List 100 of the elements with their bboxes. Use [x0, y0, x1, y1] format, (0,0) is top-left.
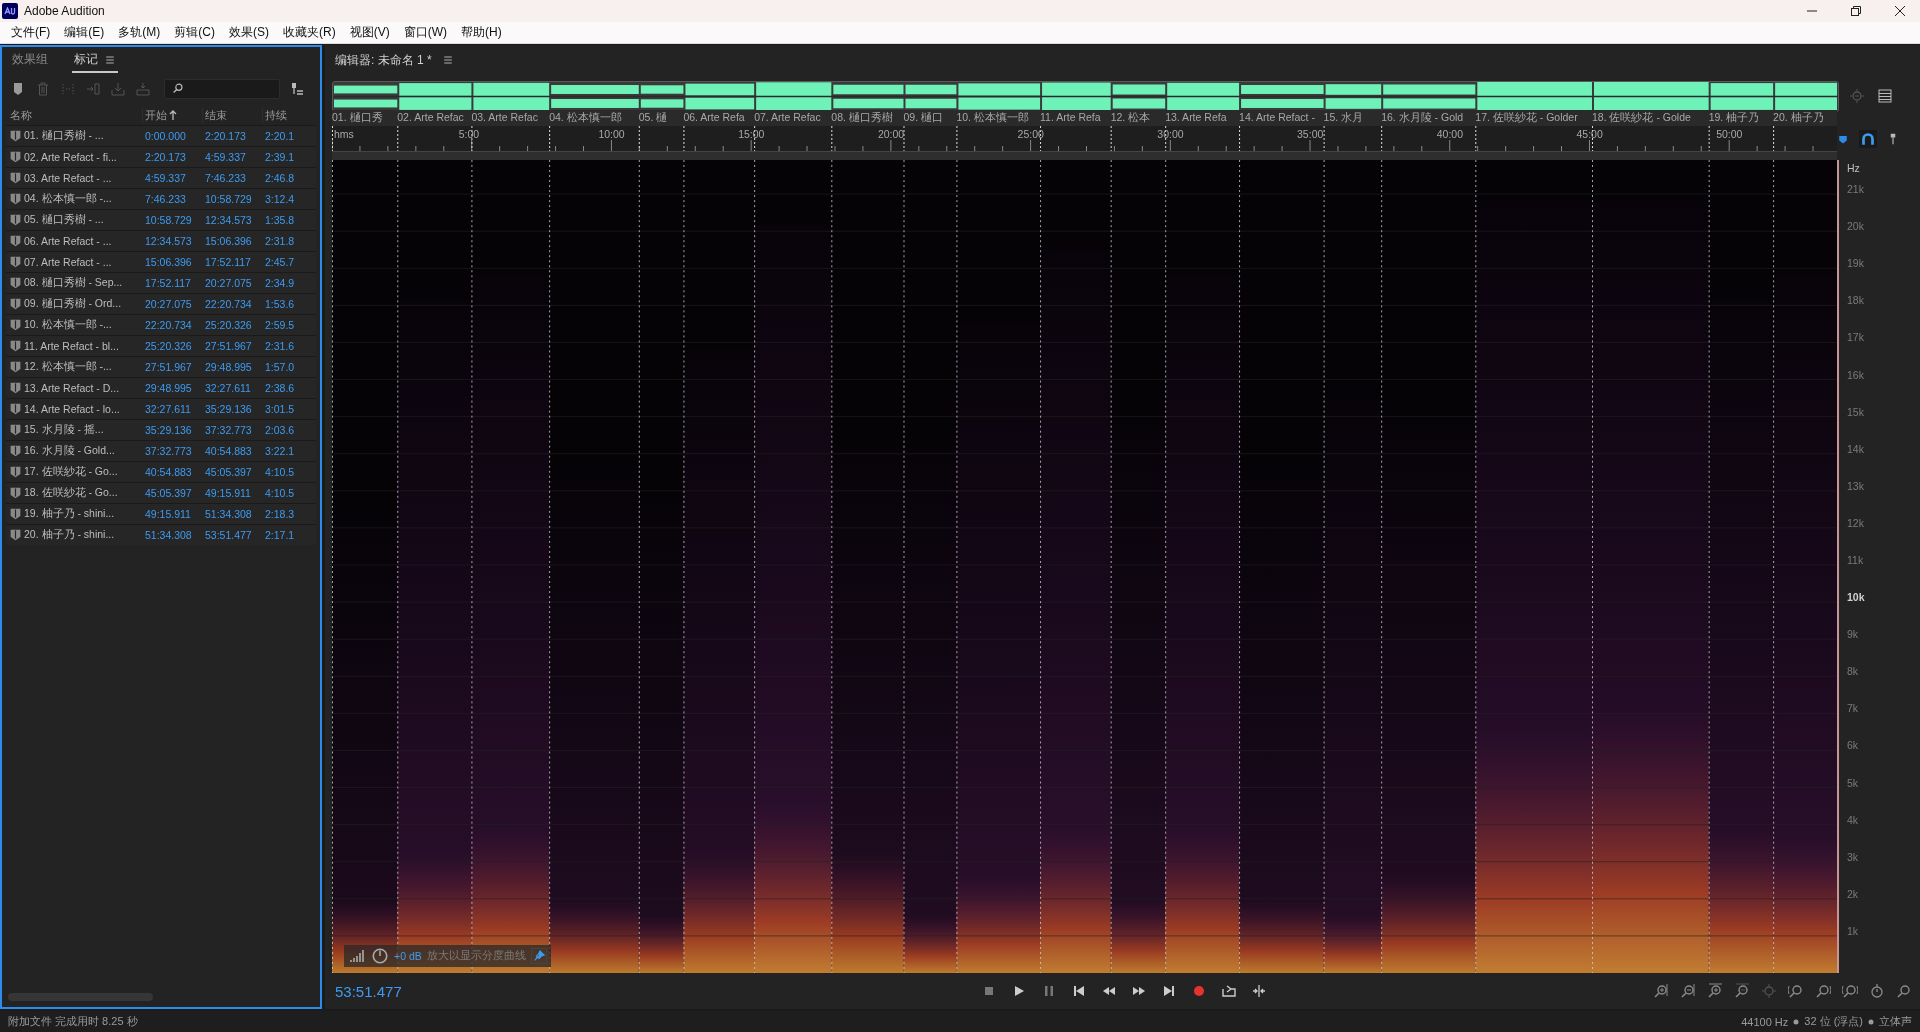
marker-range-icon: [9, 422, 22, 436]
table-cell-text: 4:59.337: [144, 172, 187, 184]
table-cell-text: 20:27.075: [204, 277, 253, 289]
hint-text: 放大以显示分度曲线: [426, 949, 526, 963]
marker-name: 04. 松本慎一郎 -...: [24, 192, 113, 206]
editor-tab[interactable]: 编辑器: 未命名 1 *: [335, 51, 432, 69]
menu-icon[interactable]: [441, 54, 454, 66]
marker-range-icon: [9, 170, 22, 184]
level-meter-icon[interactable]: [348, 948, 366, 964]
zoom-reset-icon[interactable]: [1869, 983, 1885, 999]
column-header[interactable]: 结束: [202, 107, 262, 123]
merge-markers-icon[interactable]: [60, 81, 76, 97]
table-cell-text: 10:58.729: [204, 193, 253, 205]
marker-label[interactable]: 16. 水月陵 - Gold: [1381, 111, 1464, 125]
marker-label[interactable]: 11. Arte Refa: [1040, 111, 1101, 123]
table-cell-text: 17:52.117: [144, 277, 192, 289]
zoom-to-end-icon[interactable]: [1815, 983, 1831, 999]
skip-selection-icon[interactable]: [1250, 983, 1267, 999]
gain-value[interactable]: +0 dB: [394, 950, 422, 962]
menu-item[interactable]: 窗口(W): [396, 22, 454, 43]
marker-label[interactable]: 01. 樋口秀: [332, 111, 383, 125]
filter-icon[interactable]: [289, 81, 305, 97]
marker-name: 09. 樋口秀樹 - Ord...: [24, 297, 123, 311]
marker-label[interactable]: 13. Arte Refa: [1165, 111, 1227, 123]
marker-label[interactable]: 09. 樋口: [903, 111, 943, 125]
marker-label[interactable]: 20. 柚子乃: [1773, 111, 1824, 125]
menu-item[interactable]: 帮助(H): [454, 22, 509, 43]
zoom-to-start-icon[interactable]: [1788, 983, 1804, 999]
column-header[interactable]: 开始: [142, 107, 202, 123]
restore-icon[interactable]: [1848, 3, 1864, 19]
table-cell-text: 10:58.729: [144, 214, 193, 226]
table-cell-text: 40:54.883: [144, 466, 193, 478]
table-cell-text: 37:32.773: [204, 424, 253, 436]
table-cell-text: 0:00.000: [144, 130, 187, 142]
knob-icon[interactable]: [371, 947, 389, 965]
zoom-selection-icon[interactable]: [1842, 983, 1858, 999]
close-icon[interactable]: [1892, 3, 1908, 19]
marker-name: 08. 樋口秀樹 - Sep...: [24, 276, 124, 290]
magnet-icon[interactable]: [1859, 130, 1877, 148]
table-cell-text: 35:29.136: [204, 403, 253, 415]
scrollbar[interactable]: [332, 152, 1837, 160]
menu-item[interactable]: 编辑(E): [57, 22, 112, 43]
loop-icon[interactable]: [1220, 983, 1237, 999]
menu-item[interactable]: 剪辑(C): [167, 22, 222, 43]
frequency-label: 2k: [1847, 887, 1859, 900]
marker-label[interactable]: 18. 佐咲紗花 - Golde: [1592, 111, 1691, 125]
column-header[interactable]: 持续: [262, 107, 316, 123]
table-cell-text: 4:59.337: [204, 151, 247, 163]
zoom-out-amplitude-icon[interactable]: [1680, 983, 1696, 999]
column-header[interactable]: 名称: [6, 107, 142, 123]
marker-label[interactable]: 08. 樋口秀樹: [831, 111, 893, 125]
export-markers-icon[interactable]: [110, 81, 126, 97]
table-cell-text: 2:46.8: [264, 172, 296, 184]
menu-item[interactable]: 多轨(M): [111, 22, 168, 43]
panel-tab[interactable]: 标记: [72, 48, 118, 73]
table-cell-text: 3:01.5: [264, 403, 296, 415]
frequency-label: 9k: [1847, 628, 1859, 641]
table-cell-text: 3:12.4: [264, 193, 296, 205]
table-cell-text: 2:20.173: [204, 130, 247, 142]
marker-label[interactable]: 03. Arte Refac: [471, 111, 538, 123]
menu-item[interactable]: 文件(F): [4, 22, 58, 43]
marker-label[interactable]: 15. 水月: [1323, 111, 1364, 125]
table-cell-text: 53:51.477: [204, 529, 253, 541]
marker-label[interactable]: 10. 松本慎一郎: [956, 111, 1029, 125]
frequency-label: 6k: [1847, 739, 1859, 752]
marker-range-icon: [9, 212, 22, 226]
search-field[interactable]: [164, 79, 280, 99]
table-cell-text: 25:20.326: [144, 340, 193, 352]
marker-label[interactable]: 05. 樋: [638, 111, 668, 125]
marker-label[interactable]: 12. 松本: [1110, 111, 1151, 125]
marker-label[interactable]: 06. Arte Refa: [683, 111, 745, 123]
menu-item[interactable]: 视图(V): [342, 22, 397, 43]
menu-icon[interactable]: [104, 53, 116, 66]
table-cell-text: 15:06.396: [204, 235, 253, 247]
menu-item[interactable]: 效果(S): [222, 22, 276, 43]
zoom-in-time-icon[interactable]: [1707, 983, 1723, 999]
panel-tab[interactable]: 效果组: [10, 48, 50, 73]
table-cell-text: 32:27.611: [204, 382, 252, 394]
window-title: Adobe Audition: [24, 4, 106, 18]
marker-label[interactable]: 17. 佐咲紗花 - Golder: [1475, 111, 1578, 125]
time-label: 15:00: [738, 128, 765, 140]
marker-label[interactable]: 02. Arte Refac: [397, 111, 464, 123]
zoom-out-time-icon[interactable]: [1734, 983, 1750, 999]
table-cell-text: 51:34.308: [204, 508, 253, 520]
marker-range-icon: [9, 527, 22, 541]
bit-depth: 32 位 (浮点): [1804, 1014, 1863, 1029]
marker-label[interactable]: 07. Arte Refac: [754, 111, 821, 123]
table-cell-text: 2:31.8: [264, 235, 296, 247]
marker-label[interactable]: 14. Arte Refact -: [1239, 111, 1315, 123]
zoom-in-amplitude-icon[interactable]: [1653, 983, 1669, 999]
marker-range-icon: [9, 149, 22, 163]
table-cell-text: 49:15.911: [144, 508, 192, 520]
panel-layout-icon[interactable]: [1877, 87, 1893, 104]
marker-label[interactable]: 04. 松本慎一郎: [549, 111, 622, 125]
menu-item[interactable]: 收藏夹(R): [276, 22, 343, 43]
zoom-icon[interactable]: [1896, 983, 1912, 999]
marker-label[interactable]: 19. 柚子乃: [1708, 111, 1760, 125]
playhead-icon[interactable]: [1837, 133, 1849, 145]
waveform-overview[interactable]: [332, 81, 1839, 112]
time-label: 45:00: [1576, 128, 1603, 140]
